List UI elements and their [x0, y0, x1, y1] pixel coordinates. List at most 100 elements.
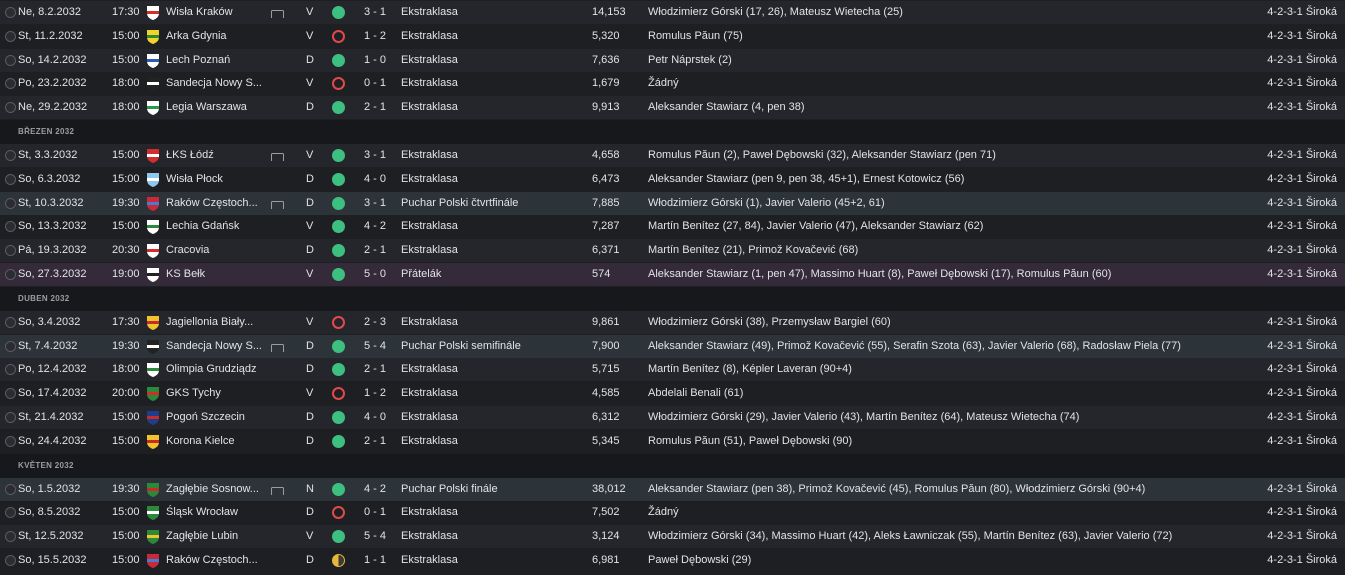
fixture-row[interactable]: So, 17.4.2032 20:00 GKS Tychy V 1 - 2 Ek…	[0, 382, 1345, 406]
score-link[interactable]: 3 - 1	[364, 1, 394, 24]
opponent-link[interactable]: Lech Poznań	[166, 49, 262, 72]
score-link[interactable]: 1 - 2	[364, 382, 394, 405]
score-link[interactable]: 2 - 1	[364, 358, 394, 381]
fixture-row[interactable]: Ne, 8.2.2032 17:30 Wisła Kraków V 3 - 1 …	[0, 1, 1345, 24]
competition-link[interactable]: Ekstraklasa	[401, 215, 586, 238]
select-radio[interactable]	[5, 150, 16, 161]
competition-link[interactable]: Ekstraklasa	[401, 358, 586, 381]
score-link[interactable]: 5 - 0	[364, 263, 394, 286]
opponent-link[interactable]: Raków Częstoch...	[166, 549, 262, 572]
opponent-link[interactable]: Jagiellonia Biały...	[166, 311, 262, 334]
opponent-link[interactable]: Wisła Kraków	[166, 1, 262, 24]
fixture-row[interactable]: St, 10.3.2032 19:30 Raków Częstoch... D …	[0, 191, 1345, 215]
opponent-link[interactable]: Pogoń Szczecin	[166, 406, 262, 429]
score-link[interactable]: 0 - 1	[364, 501, 394, 524]
opponent-link[interactable]: Wisła Płock	[166, 168, 262, 191]
competition-link[interactable]: Ekstraklasa	[401, 525, 586, 548]
fixture-row[interactable]: So, 8.5.2032 15:00 Śląsk Wrocław D 0 - 1…	[0, 501, 1345, 525]
score-link[interactable]: 4 - 2	[364, 478, 394, 501]
score-link[interactable]: 0 - 1	[364, 72, 394, 95]
fixture-row[interactable]: So, 24.4.2032 15:00 Korona Kielce D 2 - …	[0, 429, 1345, 453]
fixture-row[interactable]: Po, 12.4.2032 18:00 Olimpia Grudziądz D …	[0, 358, 1345, 382]
competition-link[interactable]: Ekstraklasa	[401, 1, 586, 24]
opponent-link[interactable]: Arka Gdynia	[166, 25, 262, 48]
select-radio[interactable]	[5, 531, 16, 543]
score-link[interactable]: 1 - 0	[364, 49, 394, 72]
opponent-link[interactable]: GKS Tychy	[166, 382, 262, 405]
fixture-row[interactable]: So, 13.3.2032 15:00 Lechia Gdańsk V 4 - …	[0, 215, 1345, 239]
competition-link[interactable]: Ekstraklasa	[401, 311, 586, 334]
competition-link[interactable]: Ekstraklasa	[401, 49, 586, 72]
fixture-row[interactable]: St, 11.2.2032 15:00 Arka Gdynia V 1 - 2 …	[0, 24, 1345, 48]
competition-link[interactable]: Ekstraklasa	[401, 25, 586, 48]
select-radio[interactable]	[5, 364, 16, 376]
score-link[interactable]: 4 - 0	[364, 406, 394, 429]
score-link[interactable]: 1 - 2	[364, 25, 394, 48]
select-radio[interactable]	[5, 30, 16, 42]
opponent-link[interactable]: Lechia Gdańsk	[166, 215, 262, 238]
opponent-link[interactable]: Korona Kielce	[166, 430, 262, 453]
fixture-row[interactable]: So, 27.3.2032 19:00 KS Bełk V 5 - 0 Přát…	[0, 263, 1345, 286]
select-radio[interactable]	[5, 54, 16, 66]
competition-link[interactable]: Ekstraklasa	[401, 239, 586, 262]
select-radio[interactable]	[5, 483, 16, 495]
score-link[interactable]: 2 - 3	[364, 311, 394, 334]
opponent-link[interactable]: Sandecja Nowy S...	[166, 335, 262, 358]
opponent-link[interactable]: Zagłębie Sosnow...	[166, 478, 262, 501]
competition-link[interactable]: Ekstraklasa	[401, 382, 586, 405]
select-radio[interactable]	[5, 388, 16, 400]
select-radio[interactable]	[5, 555, 16, 566]
fixture-row[interactable]: Pá, 19.3.2032 20:30 Cracovia D 2 - 1 Eks…	[0, 239, 1345, 263]
competition-link[interactable]: Ekstraklasa	[401, 72, 586, 95]
opponent-link[interactable]: Raków Częstoch...	[166, 192, 262, 215]
score-link[interactable]: 2 - 1	[364, 239, 394, 262]
competition-link[interactable]: Ekstraklasa	[401, 96, 586, 119]
select-radio[interactable]	[5, 269, 16, 280]
score-link[interactable]: 3 - 1	[364, 144, 394, 167]
competition-link[interactable]: Puchar Polski finále	[401, 478, 586, 501]
score-link[interactable]: 5 - 4	[364, 335, 394, 358]
select-radio[interactable]	[5, 507, 16, 519]
select-radio[interactable]	[5, 102, 16, 114]
opponent-link[interactable]: Śląsk Wrocław	[166, 501, 262, 524]
select-radio[interactable]	[5, 197, 16, 209]
fixture-row[interactable]: St, 7.4.2032 19:30 Sandecja Nowy S... D …	[0, 334, 1345, 358]
select-radio[interactable]	[5, 340, 16, 352]
fixture-row[interactable]: St, 12.5.2032 15:00 Zagłębie Lubin V 5 -…	[0, 525, 1345, 549]
fixture-row[interactable]: So, 14.2.2032 15:00 Lech Poznań D 1 - 0 …	[0, 48, 1345, 72]
competition-link[interactable]: Ekstraklasa	[401, 430, 586, 453]
fixture-row[interactable]: So, 15.5.2032 15:00 Raków Częstoch... D …	[0, 549, 1345, 572]
score-link[interactable]: 2 - 1	[364, 96, 394, 119]
select-radio[interactable]	[5, 221, 16, 233]
fixture-row[interactable]: Ne, 29.2.2032 18:00 Legia Warszawa D 2 -…	[0, 96, 1345, 120]
score-link[interactable]: 2 - 1	[364, 430, 394, 453]
fixture-row[interactable]: So, 3.4.2032 17:30 Jagiellonia Biały... …	[0, 310, 1345, 334]
competition-link[interactable]: Přátelák	[401, 263, 586, 286]
opponent-link[interactable]: ŁKS Łódź	[166, 144, 262, 167]
score-link[interactable]: 4 - 0	[364, 168, 394, 191]
score-link[interactable]: 5 - 4	[364, 525, 394, 548]
score-link[interactable]: 3 - 1	[364, 192, 394, 215]
competition-link[interactable]: Ekstraklasa	[401, 549, 586, 572]
fixture-row[interactable]: So, 1.5.2032 19:30 Zagłębie Sosnow... N …	[0, 477, 1345, 501]
score-link[interactable]: 1 - 1	[364, 549, 394, 572]
opponent-link[interactable]: Olimpia Grudziądz	[166, 358, 262, 381]
opponent-link[interactable]: Sandecja Nowy S...	[166, 72, 262, 95]
select-radio[interactable]	[5, 316, 16, 328]
opponent-link[interactable]: Legia Warszawa	[166, 96, 262, 119]
opponent-link[interactable]: KS Bełk	[166, 263, 262, 286]
score-link[interactable]: 4 - 2	[364, 215, 394, 238]
select-radio[interactable]	[5, 78, 16, 90]
competition-link[interactable]: Ekstraklasa	[401, 168, 586, 191]
fixture-row[interactable]: Po, 23.2.2032 18:00 Sandecja Nowy S... V…	[0, 72, 1345, 96]
competition-link[interactable]: Puchar Polski čtvrtfinále	[401, 192, 586, 215]
select-radio[interactable]	[5, 412, 16, 423]
fixture-row[interactable]: St, 3.3.2032 15:00 ŁKS Łódź V 3 - 1 Ekst…	[0, 144, 1345, 167]
competition-link[interactable]: Ekstraklasa	[401, 406, 586, 429]
competition-link[interactable]: Ekstraklasa	[401, 501, 586, 524]
select-radio[interactable]	[5, 173, 16, 185]
fixture-row[interactable]: St, 21.4.2032 15:00 Pogoń Szczecin D 4 -…	[0, 406, 1345, 429]
opponent-link[interactable]: Cracovia	[166, 239, 262, 262]
select-radio[interactable]	[5, 7, 16, 18]
competition-link[interactable]: Ekstraklasa	[401, 144, 586, 167]
